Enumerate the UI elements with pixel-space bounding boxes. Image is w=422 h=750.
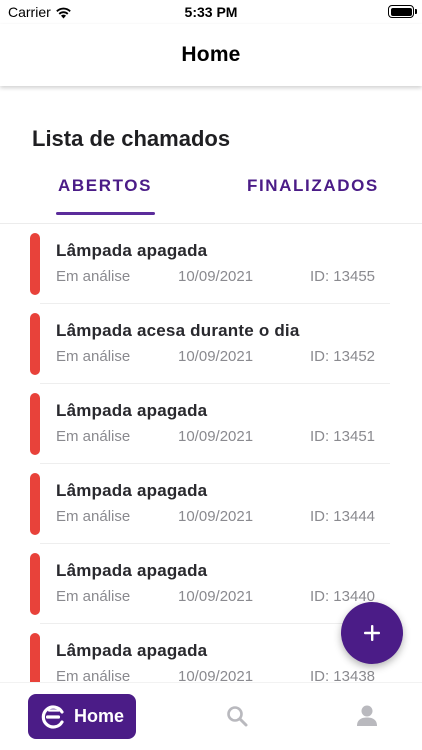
tab-finalizados[interactable]: FINALIZADOS <box>247 176 379 196</box>
ticket-status: Em análise <box>56 508 131 525</box>
ticket-date: 10/09/2021 <box>178 668 254 682</box>
status-bar: Carrier 5:33 PM <box>0 0 422 24</box>
ticket-title: Lâmpada apagada <box>56 241 208 260</box>
status-color-bar <box>30 553 40 615</box>
nav-search-button[interactable] <box>225 704 249 733</box>
ticket-card[interactable]: Lâmpada apagada Em análise 10/09/2021 ID… <box>0 224 422 304</box>
ticket-id: ID: 13438 <box>309 668 375 682</box>
ticket-status: Em análise <box>56 348 131 365</box>
ticket-tabs: ABERTOS FINALIZADOS <box>0 168 422 224</box>
ticket-date: 10/09/2021 <box>178 588 254 605</box>
logo-icon <box>41 704 64 729</box>
nav-profile-button[interactable] <box>356 704 378 733</box>
app-header: Home <box>0 24 422 86</box>
page-title: Lista de chamados <box>32 126 231 151</box>
ticket-date: 10/09/2021 <box>178 348 254 365</box>
ticket-card[interactable]: Lâmpada apagada Em análise 10/09/2021 ID… <box>0 464 422 544</box>
ticket-date: 10/09/2021 <box>178 428 254 445</box>
ticket-status: Em análise <box>56 588 131 605</box>
add-ticket-button[interactable] <box>341 602 403 664</box>
battery-icon <box>388 5 417 18</box>
bottom-navigation: Home <box>0 682 422 750</box>
ticket-date: 10/09/2021 <box>178 508 254 525</box>
active-tab-indicator <box>56 212 155 215</box>
ticket-title: Lâmpada apagada <box>56 561 208 580</box>
ticket-status: Em análise <box>56 428 131 445</box>
ticket-title: Lâmpada apagada <box>56 641 208 660</box>
header-title: Home <box>181 43 241 66</box>
ticket-id: ID: 13452 <box>309 348 375 365</box>
status-color-bar <box>30 313 40 375</box>
nav-home-button[interactable]: Home <box>28 694 136 739</box>
ticket-title: Lâmpada apagada <box>56 481 208 500</box>
nav-home-label: Home <box>74 706 125 726</box>
ticket-card[interactable]: Lâmpada acesa durante o dia Em análise 1… <box>0 304 422 384</box>
ticket-status: Em análise <box>56 668 131 682</box>
status-color-bar <box>30 633 40 682</box>
search-icon <box>227 706 248 727</box>
ticket-title: Lâmpada acesa durante o dia <box>56 321 300 340</box>
ticket-id: ID: 13455 <box>309 268 375 285</box>
status-time: 5:33 PM <box>184 4 238 20</box>
ticket-date: 10/09/2021 <box>178 268 254 285</box>
ticket-id: ID: 13444 <box>309 508 375 525</box>
ticket-card[interactable]: Lâmpada apagada Em análise 10/09/2021 ID… <box>0 384 422 464</box>
status-color-bar <box>30 233 40 295</box>
ticket-id: ID: 13451 <box>309 428 375 445</box>
user-icon <box>357 705 377 726</box>
ticket-title: Lâmpada apagada <box>56 401 208 420</box>
plus-icon <box>364 625 380 641</box>
status-color-bar <box>30 473 40 535</box>
ticket-status: Em análise <box>56 268 131 285</box>
status-color-bar <box>30 393 40 455</box>
tab-abertos[interactable]: ABERTOS <box>58 176 152 196</box>
